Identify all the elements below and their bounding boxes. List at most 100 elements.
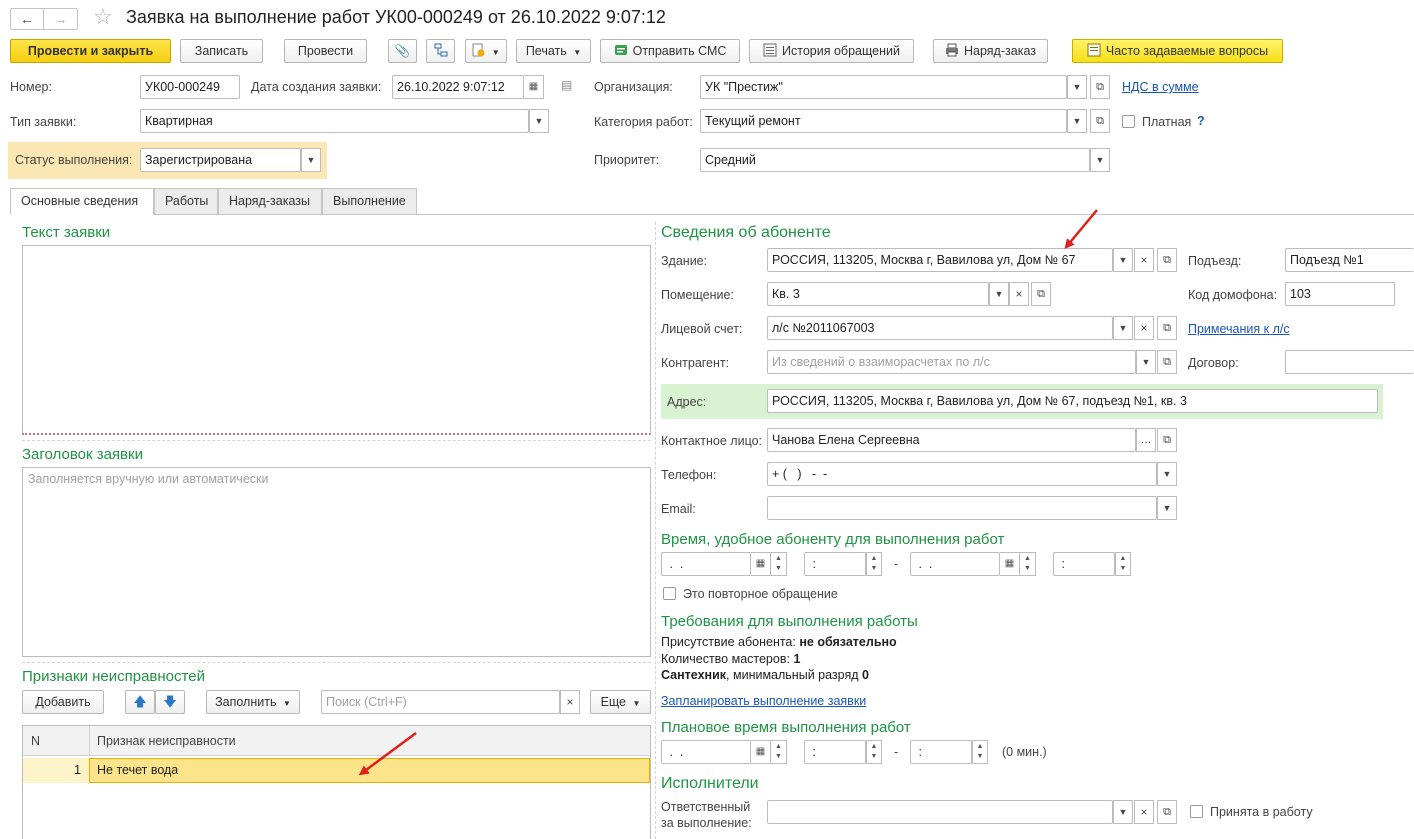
account-field[interactable]: л/с №2011067003 bbox=[767, 316, 1113, 340]
contract-field[interactable] bbox=[1285, 350, 1414, 374]
post-button[interactable]: Провести bbox=[284, 39, 367, 63]
category-field[interactable]: Текущий ремонт bbox=[700, 109, 1067, 133]
time-to-date-spinner[interactable]: ▲ ▼ bbox=[1020, 552, 1036, 576]
add-button[interactable]: Добавить bbox=[22, 690, 104, 714]
accepted-checkbox[interactable] bbox=[1190, 805, 1203, 818]
time-from-time-field[interactable]: : bbox=[804, 552, 866, 576]
contact-field[interactable]: Чанова Елена Сергеевна bbox=[767, 428, 1136, 452]
status-field[interactable]: Зарегистрирована bbox=[140, 148, 301, 172]
request-header-area[interactable]: Заполняется вручную или автоматически bbox=[22, 467, 651, 657]
organization-dropdown[interactable]: ▼ bbox=[1067, 75, 1087, 99]
responsible-field[interactable] bbox=[767, 800, 1113, 824]
column-header-n[interactable]: N bbox=[31, 734, 40, 748]
more-button[interactable]: Еще ▼ bbox=[590, 690, 651, 714]
plan-to-time-field[interactable]: : bbox=[910, 740, 972, 764]
status-dropdown[interactable]: ▼ bbox=[301, 148, 321, 172]
room-clear-button[interactable]: × bbox=[1009, 282, 1029, 306]
back-button[interactable]: ← bbox=[10, 8, 44, 30]
work-order-button[interactable]: Наряд-заказ bbox=[933, 39, 1048, 63]
entrance-field[interactable]: Подъезд №1 bbox=[1285, 248, 1414, 272]
plan-from-date-spinner[interactable]: ▲ ▼ bbox=[771, 740, 787, 764]
request-text-area[interactable] bbox=[22, 245, 651, 435]
email-dropdown[interactable]: ▼ bbox=[1157, 496, 1177, 520]
tab-work-orders[interactable]: Наряд-заказы bbox=[218, 188, 322, 214]
tab-main-info[interactable]: Основные сведения bbox=[10, 188, 154, 215]
vat-link[interactable]: НДС в сумме bbox=[1122, 80, 1199, 94]
time-to-time-spinner[interactable]: ▲ ▼ bbox=[1115, 552, 1131, 576]
time-from-time-spinner[interactable]: ▲ ▼ bbox=[866, 552, 882, 576]
number-field[interactable]: УК00-000249 bbox=[140, 75, 240, 99]
priority-field[interactable]: Средний bbox=[700, 148, 1090, 172]
calendar-button[interactable]: ▦ bbox=[751, 552, 771, 576]
help-icon[interactable]: ? bbox=[1197, 114, 1205, 128]
room-dropdown[interactable]: ▼ bbox=[989, 282, 1009, 306]
splitter[interactable] bbox=[22, 662, 651, 663]
date-field[interactable]: 26.10.2022 9:07:12 bbox=[392, 75, 524, 99]
calendar-button[interactable]: ▦ bbox=[524, 75, 544, 99]
room-field[interactable]: Кв. 3 bbox=[767, 282, 989, 306]
row-fault-cell[interactable]: Не течет вода bbox=[89, 758, 650, 783]
contact-select-button[interactable]: … bbox=[1136, 428, 1156, 452]
tab-execution[interactable]: Выполнение bbox=[322, 188, 417, 214]
phone-field[interactable]: + ( ) - - bbox=[767, 462, 1157, 486]
building-dropdown[interactable]: ▼ bbox=[1113, 248, 1133, 272]
building-clear-button[interactable]: × bbox=[1134, 248, 1154, 272]
structure-button[interactable] bbox=[426, 39, 455, 63]
schedule-link[interactable]: Запланировать выполнение заявки bbox=[661, 694, 866, 708]
counterparty-dropdown[interactable]: ▼ bbox=[1136, 350, 1156, 374]
category-dropdown[interactable]: ▼ bbox=[1067, 109, 1087, 133]
time-from-date-spinner[interactable]: ▲ ▼ bbox=[771, 552, 787, 576]
faq-button[interactable]: Часто задаваемые вопросы bbox=[1072, 39, 1283, 63]
responsible-clear-button[interactable]: × bbox=[1134, 800, 1154, 824]
account-notes-link[interactable]: Примечания к л/с bbox=[1188, 322, 1290, 336]
organization-open-button[interactable]: ⧉ bbox=[1090, 75, 1110, 99]
splitter[interactable] bbox=[22, 440, 651, 441]
counterparty-field[interactable]: Из сведений о взаиморасчетах по л/с bbox=[767, 350, 1136, 374]
print-button[interactable]: Печать ▼ bbox=[516, 39, 591, 63]
category-open-button[interactable]: ⧉ bbox=[1090, 109, 1110, 133]
favorite-star-icon[interactable]: ☆ bbox=[93, 5, 113, 29]
calendar-button[interactable]: ▦ bbox=[1000, 552, 1020, 576]
request-type-dropdown[interactable]: ▼ bbox=[529, 109, 549, 133]
building-open-button[interactable]: ⧉ bbox=[1157, 248, 1177, 272]
responsible-open-button[interactable]: ⧉ bbox=[1157, 800, 1177, 824]
send-sms-button[interactable]: Отправить СМС bbox=[600, 39, 740, 63]
fill-button[interactable]: Заполнить ▼ bbox=[206, 690, 300, 714]
account-clear-button[interactable]: × bbox=[1134, 316, 1154, 340]
request-type-field[interactable]: Квартирная bbox=[140, 109, 529, 133]
paid-checkbox[interactable] bbox=[1122, 115, 1135, 128]
move-up-button[interactable]: 🡅 bbox=[125, 690, 155, 714]
calendar-button[interactable]: ▦ bbox=[751, 740, 771, 764]
room-open-button[interactable]: ⧉ bbox=[1031, 282, 1051, 306]
priority-dropdown[interactable]: ▼ bbox=[1090, 148, 1110, 172]
account-open-button[interactable]: ⧉ bbox=[1157, 316, 1177, 340]
repeat-request-checkbox[interactable] bbox=[663, 587, 676, 600]
time-from-date-field[interactable]: . . bbox=[661, 552, 751, 576]
phone-dropdown[interactable]: ▼ bbox=[1157, 462, 1177, 486]
counterparty-open-button[interactable]: ⧉ bbox=[1157, 350, 1177, 374]
attach-button[interactable]: 📎 bbox=[388, 39, 417, 63]
search-input[interactable]: Поиск (Ctrl+F) bbox=[321, 690, 560, 714]
plan-to-time-spinner[interactable]: ▲ ▼ bbox=[972, 740, 988, 764]
organization-field[interactable]: УК "Престиж" bbox=[700, 75, 1067, 99]
building-field[interactable]: РОССИЯ, 113205, Москва г, Вавилова ул, Д… bbox=[767, 248, 1113, 272]
email-field[interactable] bbox=[767, 496, 1157, 520]
table-row[interactable]: 1 Не течет вода bbox=[23, 758, 650, 783]
address-field[interactable]: РОССИЯ, 113205, Москва г, Вавилова ул, Д… bbox=[767, 389, 1378, 413]
time-to-time-field[interactable]: : bbox=[1053, 552, 1115, 576]
intercom-field[interactable]: 103 bbox=[1285, 282, 1395, 306]
responsible-dropdown[interactable]: ▼ bbox=[1113, 800, 1133, 824]
plan-from-time-spinner[interactable]: ▲ ▼ bbox=[866, 740, 882, 764]
column-header-fault[interactable]: Признак неисправности bbox=[97, 734, 236, 748]
account-dropdown[interactable]: ▼ bbox=[1113, 316, 1133, 340]
search-clear-button[interactable]: × bbox=[560, 690, 580, 714]
plan-from-time-field[interactable]: : bbox=[804, 740, 866, 764]
time-to-date-field[interactable]: . . bbox=[910, 552, 1000, 576]
plan-from-date-field[interactable]: . . bbox=[661, 740, 751, 764]
save-button[interactable]: Записать bbox=[180, 39, 263, 63]
comment-icon[interactable]: ▤ bbox=[561, 78, 572, 92]
history-button[interactable]: История обращений bbox=[749, 39, 914, 63]
forward-button[interactable]: → bbox=[44, 8, 78, 30]
tab-works[interactable]: Работы bbox=[154, 188, 218, 214]
create-based-on-button[interactable]: ▼ bbox=[465, 39, 507, 63]
